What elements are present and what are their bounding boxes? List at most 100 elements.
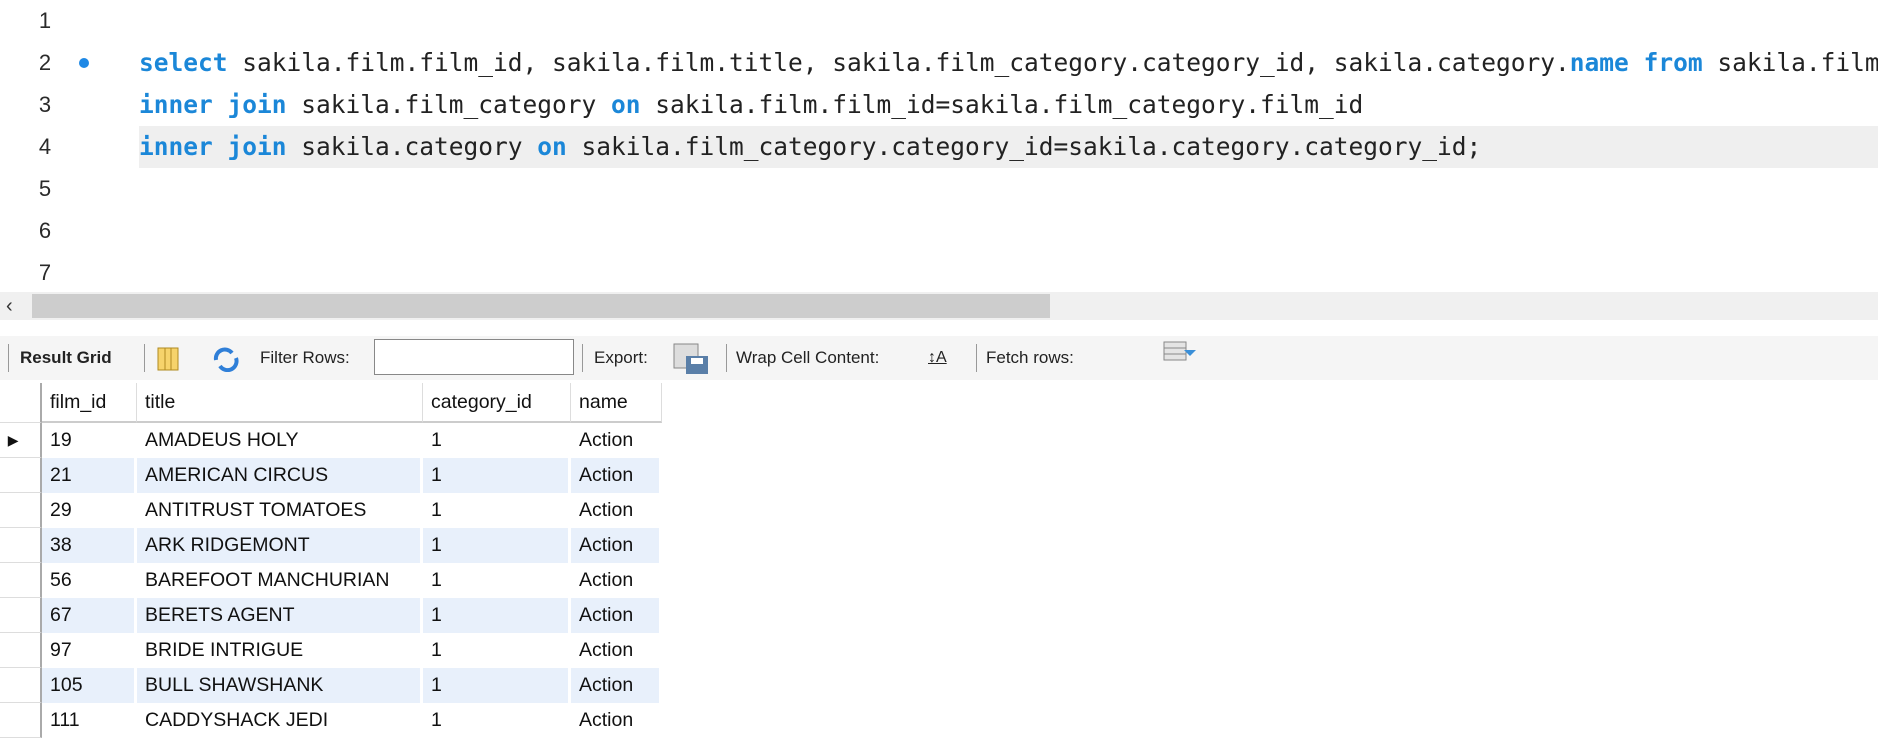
cell-film_id[interactable]: 97 [42, 633, 137, 668]
sql-keyword: from [1643, 48, 1703, 77]
horizontal-scrollbar[interactable]: ‹ [0, 292, 1878, 320]
sql-editor[interactable]: 1 2 select sakila.film.film_id, sakila.fil… [0, 0, 1878, 292]
cell-title[interactable]: ARK RIDGEMONT [137, 528, 423, 563]
row-header[interactable] [0, 493, 42, 528]
table-row[interactable]: 67 BERETS AGENT 1 Action [0, 598, 662, 633]
column-header-title[interactable]: title [137, 383, 423, 423]
cell-name[interactable]: Action [571, 633, 662, 668]
result-grid-button[interactable]: Result Grid [20, 336, 112, 380]
row-header[interactable] [0, 633, 42, 668]
current-row-indicator-icon[interactable]: ▶ [0, 423, 42, 458]
cell-film_id[interactable]: 105 [42, 668, 137, 703]
cell-name[interactable]: Action [571, 668, 662, 703]
cell-category_id[interactable]: 1 [423, 458, 571, 493]
cell-film_id[interactable]: 29 [42, 493, 137, 528]
table-row[interactable]: 29 ANTITRUST TOMATOES 1 Action [0, 493, 662, 528]
cell-category_id[interactable]: 1 [423, 563, 571, 598]
row-header[interactable] [0, 528, 42, 563]
statement-marker-icon [79, 58, 89, 68]
editor-line[interactable]: 2 select sakila.film.film_id, sakila.film… [0, 42, 1878, 84]
cell-category_id[interactable]: 1 [423, 668, 571, 703]
refresh-icon[interactable] [210, 336, 242, 380]
wrap-cell-content-icon[interactable]: ↕A [928, 336, 947, 380]
cell-film_id[interactable]: 56 [42, 563, 137, 598]
cell-category_id[interactable]: 1 [423, 528, 571, 563]
cell-title[interactable]: BAREFOOT MANCHURIAN [137, 563, 423, 598]
cell-title[interactable]: AMERICAN CIRCUS [137, 458, 423, 493]
cell-film_id[interactable]: 67 [42, 598, 137, 633]
sql-keyword: inner join [139, 132, 287, 161]
row-header[interactable] [0, 668, 42, 703]
editor-line[interactable]: 7 [0, 252, 1878, 294]
cell-category_id[interactable]: 1 [423, 633, 571, 668]
cell-film_id[interactable]: 111 [42, 703, 137, 738]
column-header-film_id[interactable]: film_id [42, 383, 137, 423]
sql-keyword: name [1569, 48, 1629, 77]
filter-rows-label: Filter Rows: [260, 348, 350, 367]
row-header[interactable] [0, 563, 42, 598]
table-row[interactable]: 105 BULL SHAWSHANK 1 Action [0, 668, 662, 703]
cell-film_id[interactable]: 21 [42, 458, 137, 493]
editor-line[interactable]: 4 inner join sakila.category on sakila.fi… [0, 126, 1878, 168]
cell-category_id[interactable]: 1 [423, 493, 571, 528]
cell-name[interactable]: Action [571, 703, 662, 738]
divider [144, 344, 145, 372]
cell-name[interactable]: Action [571, 528, 662, 563]
table-row[interactable]: 56 BAREFOOT MANCHURIAN 1 Action [0, 563, 662, 598]
result-grid[interactable]: film_id title category_id name ▶ 19 AMADEUS H… [0, 383, 662, 738]
cell-film_id[interactable]: 19 [42, 423, 137, 458]
editor-line[interactable]: 3 inner join sakila.film_category on saki… [0, 84, 1878, 126]
editor-line[interactable]: 5 [0, 168, 1878, 210]
cell-category_id[interactable]: 1 [423, 423, 571, 458]
code-text: inner join sakila.category on sakila.fil… [139, 126, 1481, 168]
fetch-rows-label: Fetch rows: [986, 348, 1074, 367]
grid-layout-icon[interactable] [156, 336, 180, 380]
filter-rows-input[interactable] [374, 339, 574, 375]
table-row[interactable]: ▶ 19 AMADEUS HOLY 1 Action [0, 423, 662, 458]
cell-title[interactable]: ANTITRUST TOMATOES [137, 493, 423, 528]
editor-line[interactable]: 1 [0, 0, 1878, 42]
line-number: 3 [38, 92, 52, 117]
editor-line[interactable]: 6 [0, 210, 1878, 252]
cell-name[interactable]: Action [571, 493, 662, 528]
sql-text: sakila.film [1702, 48, 1878, 77]
cell-name[interactable]: Action [571, 563, 662, 598]
row-header[interactable] [0, 703, 42, 738]
table-row[interactable]: 38 ARK RIDGEMONT 1 Action [0, 528, 662, 563]
cell-name[interactable]: Action [571, 598, 662, 633]
column-header-category_id[interactable]: category_id [423, 383, 571, 423]
sql-text: sakila.film_category [286, 90, 612, 119]
sql-keyword: inner join [139, 90, 287, 119]
line-number: 7 [38, 260, 52, 285]
cell-name[interactable]: Action [571, 423, 662, 458]
cell-category_id[interactable]: 1 [423, 703, 571, 738]
cell-title[interactable]: AMADEUS HOLY [137, 423, 423, 458]
sql-text: sakila.film.film_id=sakila.film_category… [640, 90, 1364, 119]
wrap-cell-content-label: Wrap Cell Content: [736, 348, 880, 367]
fetch-rows-icon[interactable] [1162, 330, 1200, 374]
sql-keyword: select [139, 48, 228, 77]
export-icon[interactable] [672, 336, 710, 380]
scrollbar-thumb[interactable] [32, 294, 1050, 318]
column-header-name[interactable]: name [571, 383, 662, 423]
table-row[interactable]: 111 CADDYSHACK JEDI 1 Action [0, 703, 662, 738]
table-row[interactable]: 21 AMERICAN CIRCUS 1 Action [0, 458, 662, 493]
table-row[interactable]: 97 BRIDE INTRIGUE 1 Action [0, 633, 662, 668]
cell-title[interactable]: BRIDE INTRIGUE [137, 633, 423, 668]
row-header[interactable] [0, 458, 42, 493]
cell-category_id[interactable]: 1 [423, 598, 571, 633]
divider [582, 344, 583, 372]
line-number: 6 [38, 218, 52, 243]
code-text: select sakila.film.film_id, sakila.film.… [139, 42, 1878, 84]
row-header[interactable] [0, 598, 42, 633]
cell-film_id[interactable]: 38 [42, 528, 137, 563]
sql-text: sakila.film_category.category_id=sakila.… [566, 132, 1482, 161]
cell-title[interactable]: BULL SHAWSHANK [137, 668, 423, 703]
row-header-corner [0, 383, 42, 423]
cell-title[interactable]: CADDYSHACK JEDI [137, 703, 423, 738]
line-number: 2 [38, 50, 52, 75]
cell-title[interactable]: BERETS AGENT [137, 598, 423, 633]
cell-name[interactable]: Action [571, 458, 662, 493]
scroll-left-icon[interactable]: ‹ [6, 292, 13, 320]
